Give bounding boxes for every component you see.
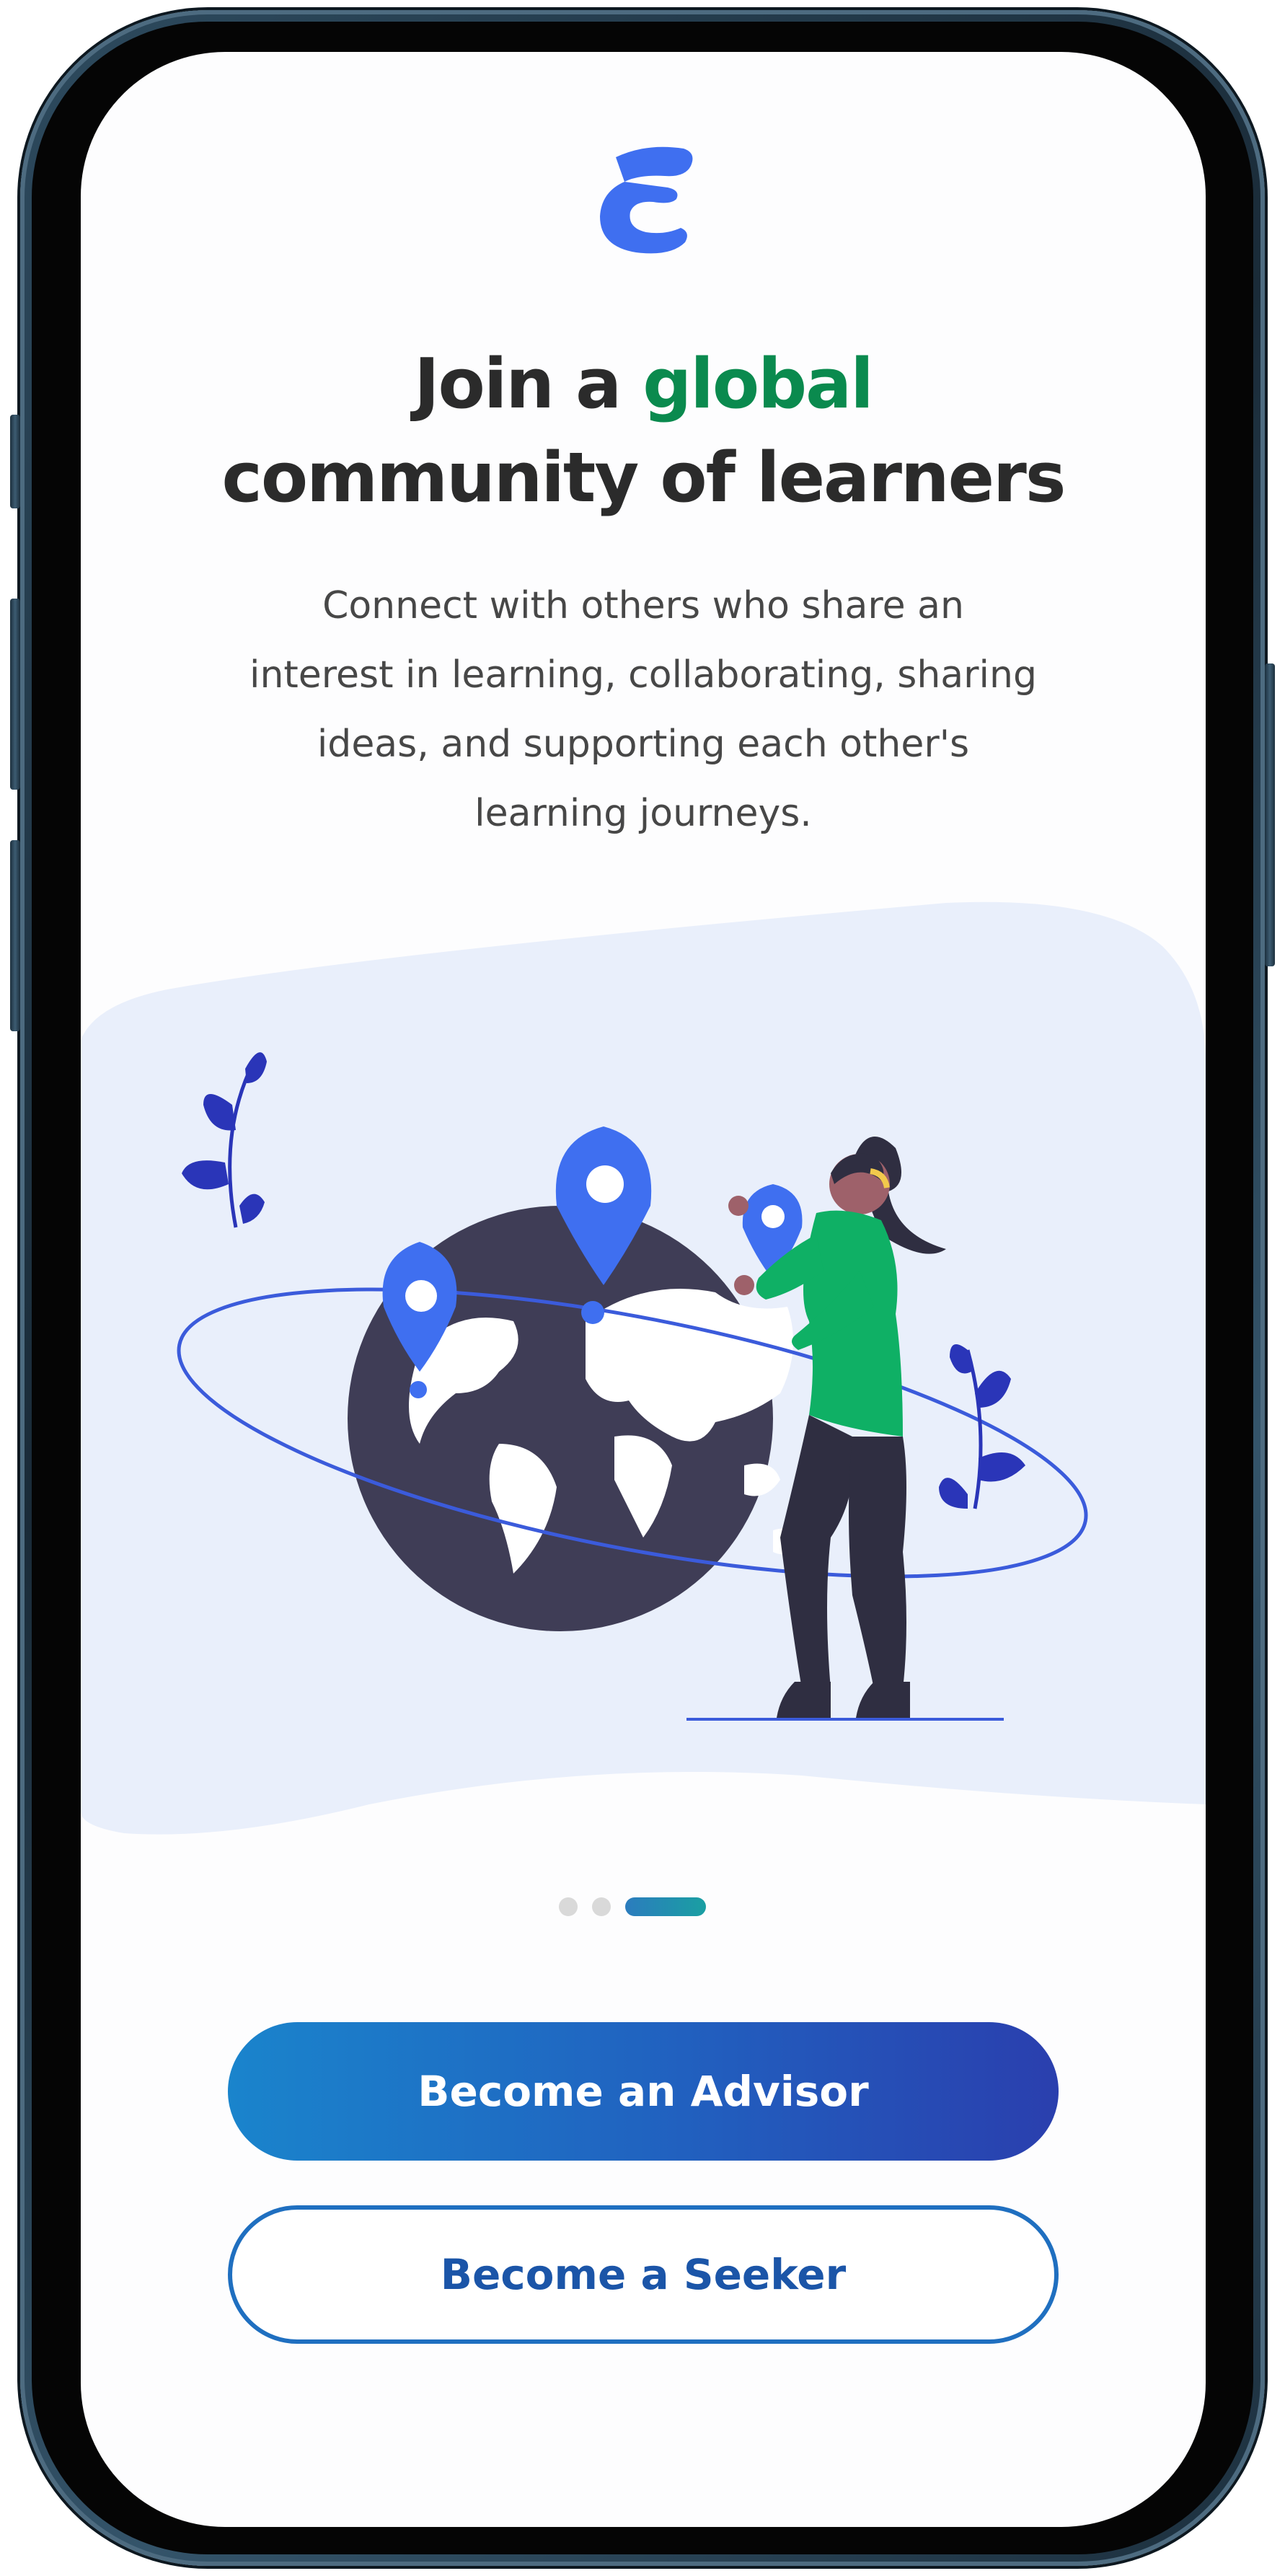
volume-up-button <box>10 599 20 790</box>
page-title: Join a global community of learners <box>81 338 1206 525</box>
become-seeker-button[interactable]: Become a Seeker <box>228 2205 1059 2344</box>
page-dot-1[interactable] <box>559 1897 578 1916</box>
page-dot-2[interactable] <box>592 1897 611 1916</box>
brand-logo-icon <box>600 146 693 254</box>
become-advisor-button[interactable]: Become an Advisor <box>228 2022 1059 2161</box>
title-prefix: Join a <box>414 345 643 424</box>
globe-illustration <box>81 901 1206 1835</box>
power-button <box>1265 663 1275 966</box>
onboarding-screen: Join a global community of learners Conn… <box>81 52 1206 2527</box>
silent-switch <box>10 415 20 508</box>
page-indicator <box>81 1897 1206 1917</box>
volume-down-button <box>10 840 20 1031</box>
page-subtitle: Connect with others who share an interes… <box>250 584 1037 835</box>
page-dot-3-active[interactable] <box>625 1897 706 1916</box>
title-line-2: community of learners <box>221 438 1067 518</box>
title-accent: global <box>642 345 874 424</box>
